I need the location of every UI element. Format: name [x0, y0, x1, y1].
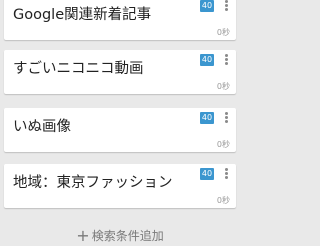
- plus-icon: +: [76, 226, 90, 245]
- count-badge: 40: [200, 54, 214, 66]
- kebab-menu-icon[interactable]: [221, 167, 231, 183]
- kebab-menu-icon[interactable]: [221, 53, 231, 69]
- card-title: すごいニコニコ動画: [13, 61, 144, 77]
- card-title: Google関連新着記事: [13, 7, 152, 23]
- elapsed-time: 0秒: [216, 140, 230, 149]
- count-badge: 40: [200, 112, 214, 124]
- search-card-2[interactable]: すごいニコニコ動画 40 0秒: [4, 50, 236, 94]
- elapsed-time: 0秒: [216, 196, 230, 205]
- kebab-menu-icon[interactable]: [221, 111, 231, 127]
- kebab-menu-icon[interactable]: [221, 0, 231, 15]
- add-search-condition-button[interactable]: + 検索条件追加: [0, 226, 240, 246]
- card-title: いぬ画像: [13, 119, 71, 135]
- add-condition-label: 検索条件追加: [91, 229, 164, 243]
- count-badge: 40: [200, 168, 214, 180]
- card-title: 地域：東京ファッション: [13, 175, 173, 191]
- elapsed-time: 0秒: [216, 28, 230, 37]
- search-card-3[interactable]: いぬ画像 40 0秒: [4, 108, 236, 152]
- search-card-1[interactable]: Google関連新着記事 40 0秒: [4, 0, 236, 40]
- search-card-4[interactable]: 地域：東京ファッション 40 0秒: [4, 164, 236, 208]
- elapsed-time: 0秒: [216, 82, 230, 91]
- count-badge: 40: [200, 0, 214, 12]
